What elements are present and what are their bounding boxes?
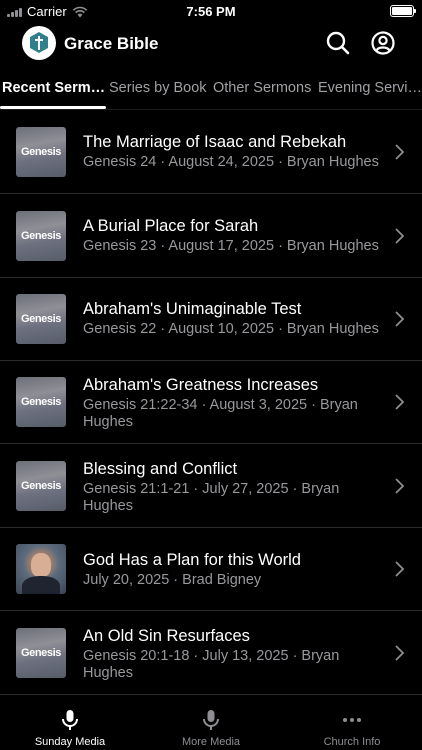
chevron-right-icon	[395, 311, 405, 327]
sermon-meta: Genesis 24 · August 24, 2025 · Bryan Hug…	[83, 154, 379, 170]
chevron-right-icon	[395, 645, 405, 661]
sermon-row[interactable]: Genesis Blessing and Conflict Genesis 21…	[0, 444, 422, 528]
tab-more-media[interactable]: More Media	[141, 696, 281, 750]
status-time: 7:56 PM	[186, 4, 236, 19]
tab-series-by-book[interactable]: Series by Book	[109, 80, 207, 96]
church-logo	[22, 26, 56, 60]
sermon-meta: Genesis 22 · August 10, 2025 · Bryan Hug…	[83, 321, 379, 337]
chevron-right-icon	[395, 561, 405, 577]
sermon-row[interactable]: Genesis Abraham's Greatness Increases Ge…	[0, 360, 422, 444]
account-icon[interactable]	[370, 30, 396, 56]
sermon-thumbnail: Genesis	[16, 461, 66, 511]
sermon-row[interactable]: God Has a Plan for this World July 20, 2…	[0, 527, 422, 611]
tab-label: More Media	[181, 736, 241, 748]
tab-label: Sunday Media	[34, 736, 106, 748]
sermon-title: Abraham's Unimaginable Test	[83, 300, 302, 318]
tab-recent-sermons[interactable]: Recent Serm…	[2, 80, 105, 96]
sermon-title: A Burial Place for Sarah	[83, 217, 259, 235]
tab-label: Church Info	[323, 736, 381, 748]
app-title: Grace Bible	[64, 34, 159, 53]
status-bar: Carrier 7:56 PM	[0, 0, 422, 22]
microphone-icon	[62, 710, 78, 730]
tab-evening-services[interactable]: Evening Servi…	[318, 80, 422, 96]
microphone-icon	[203, 710, 219, 730]
bottom-tab-bar: Sunday Media More Media Church Info	[0, 696, 422, 750]
sermon-thumbnail: Genesis	[16, 294, 66, 344]
sermon-list: Genesis The Marriage of Isaac and Rebeka…	[0, 110, 422, 696]
sermon-row[interactable]: Genesis Abraham's Unimaginable Test Gene…	[0, 277, 422, 361]
sermon-meta: Genesis 20:1-18 · July 13, 2025 · Bryan …	[83, 648, 340, 681]
chevron-right-icon	[395, 394, 405, 410]
speaker-photo	[16, 544, 66, 594]
category-tabs: Recent Serm… Series by Book Other Sermon…	[0, 74, 422, 110]
app-header: Grace Bible	[0, 26, 422, 62]
more-dots-icon	[343, 718, 361, 722]
tab-church-info[interactable]: Church Info	[282, 696, 422, 750]
sermon-thumbnail: Genesis	[16, 211, 66, 261]
sermon-row[interactable]: Genesis The Marriage of Isaac and Rebeka…	[0, 110, 422, 194]
sermon-title: Abraham's Greatness Increases	[83, 376, 319, 394]
sermon-meta: Genesis 21:1-21 · July 27, 2025 · Bryan …	[83, 481, 340, 514]
sermon-row[interactable]: Genesis A Burial Place for Sarah Genesis…	[0, 194, 422, 278]
tab-sunday-media[interactable]: Sunday Media	[0, 696, 140, 750]
sermon-title: Blessing and Conflict	[83, 460, 238, 478]
sermon-meta: Genesis 23 · August 17, 2025 · Bryan Hug…	[83, 238, 379, 254]
screen: Carrier 7:56 PM Grace Bible Recent Serm……	[0, 0, 422, 750]
sermon-thumbnail: Genesis	[16, 127, 66, 177]
chevron-right-icon	[395, 478, 405, 494]
active-tab-indicator	[0, 106, 106, 109]
battery-icon	[390, 5, 416, 17]
sermon-title: An Old Sin Resurfaces	[83, 627, 250, 645]
sermon-meta: Genesis 21:22-34 · August 3, 2025 · Brya…	[83, 397, 358, 430]
chevron-right-icon	[395, 228, 405, 244]
chevron-right-icon	[395, 144, 405, 160]
sermon-title: God Has a Plan for this World	[83, 551, 301, 569]
sermon-row[interactable]: Genesis An Old Sin Resurfaces Genesis 20…	[0, 611, 422, 695]
church-logo-icon	[30, 32, 48, 53]
sermon-title: The Marriage of Isaac and Rebekah	[83, 133, 347, 151]
sermon-meta: July 20, 2025 · Brad Bigney	[83, 572, 262, 588]
search-icon[interactable]	[325, 30, 351, 56]
tab-other-sermons[interactable]: Other Sermons	[213, 80, 311, 96]
sermon-thumbnail: Genesis	[16, 628, 66, 678]
sermon-thumbnail: Genesis	[16, 377, 66, 427]
